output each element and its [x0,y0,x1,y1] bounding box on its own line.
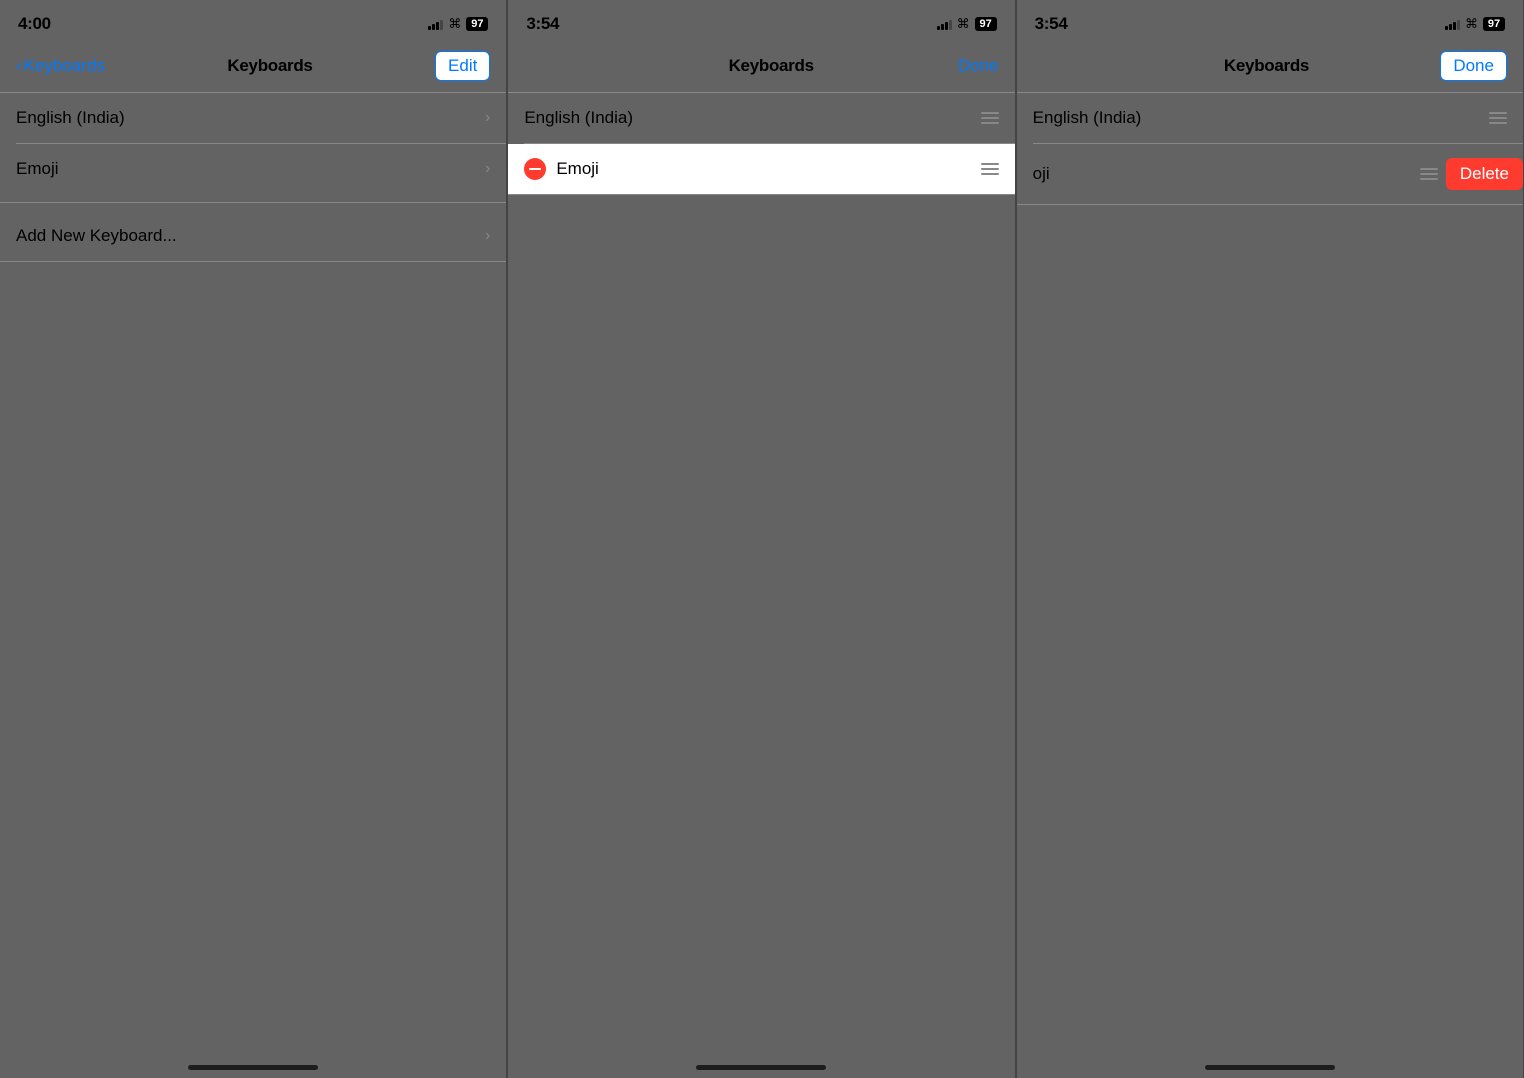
nav-bar-3: Keyboards Done [1017,44,1523,92]
emoji-row-right-3: Delete [1420,158,1523,190]
list-item-left-english-3: English (India) [1033,108,1142,128]
separator-3b [1017,204,1523,205]
signal-icon-1 [428,18,443,30]
nav-title-2: Keyboards [729,56,814,76]
home-indicator-3 [1205,1065,1335,1070]
add-keyboard-item-1[interactable]: Add New Keyboard... › [0,211,506,261]
status-bar-1: 4:00 ⌘ 97 [0,0,506,44]
list-item-left-english-2: English (India) [524,108,633,128]
drag-handle-emoji-2[interactable] [981,163,999,175]
nav-back-label-1: Keyboards [24,56,105,76]
battery-icon-3: 97 [1483,17,1505,31]
list-item-text-emoji-2: Emoji [556,159,599,179]
edit-button-1[interactable]: Edit [435,51,490,81]
separator-2b [508,194,1014,195]
nav-bar-2: Keyboards Done [508,44,1014,92]
add-keyboard-label-1: Add New Keyboard... [16,226,177,246]
nav-title-1: Keyboards [227,56,312,76]
home-indicator-2 [696,1065,826,1070]
status-icons-3: ⌘ 97 [1445,16,1505,32]
status-time-3: 3:54 [1035,14,1068,34]
list-section-2: English (India) Emoji [508,93,1014,194]
status-bar-2: 3:54 ⌘ 97 [508,0,1014,44]
separator-1b [0,202,506,203]
home-indicator-1 [188,1065,318,1070]
panel-3: 3:54 ⌘ 97 Keyboards Done English (India) [1017,0,1524,1078]
status-time-1: 4:00 [18,14,51,34]
list-item-text-english-3: English (India) [1033,108,1142,128]
panel-2: 3:54 ⌘ 97 Keyboards Done English (India) [508,0,1015,1078]
back-chevron-icon-1: ‹ [16,56,22,76]
list-item-emoji-1[interactable]: Emoji › [0,144,506,194]
list-item-left-emoji-2: Emoji [524,158,599,180]
drag-handle-english-2[interactable] [981,112,999,124]
battery-icon-2: 97 [975,17,997,31]
minus-button-emoji-2[interactable] [524,158,546,180]
chevron-icon-emoji-1: › [485,160,490,178]
status-time-2: 3:54 [526,14,559,34]
list-item-english-3[interactable]: English (India) [1017,93,1523,143]
separator-1c [0,261,506,262]
nav-title-3: Keyboards [1224,56,1309,76]
drag-handle-emoji-3[interactable] [1420,168,1438,180]
wifi-icon-2: ⌘ [957,16,970,32]
add-keyboard-section-1: Add New Keyboard... › [0,211,506,261]
list-item-emoji-3[interactable]: oji Delete [1017,144,1523,204]
wifi-icon-3: ⌘ [1465,16,1478,32]
wifi-icon-1: ⌘ [448,16,461,32]
list-item-english-2[interactable]: English (India) [508,93,1014,143]
list-item-text-emoji-1: Emoji [16,159,59,179]
chevron-icon-add-1: › [485,227,490,245]
list-section-1: English (India) › Emoji › [0,93,506,194]
list-item-text-emoji-3: oji [1033,164,1050,184]
status-icons-2: ⌘ 97 [937,16,997,32]
status-icons-1: ⌘ 97 [428,16,488,32]
done-button-3[interactable]: Done [1440,51,1507,81]
list-item-english-1[interactable]: English (India) › [0,93,506,143]
nav-bar-1: ‹ Keyboards Keyboards Edit [0,44,506,92]
drag-handle-english-3[interactable] [1489,112,1507,124]
signal-icon-2 [937,18,952,30]
nav-back-button-1[interactable]: ‹ Keyboards [16,56,105,76]
list-item-text-english-1: English (India) [16,108,125,128]
done-button-2[interactable]: Done [958,56,999,76]
list-item-emoji-2[interactable]: Emoji [508,144,1014,194]
delete-button-3[interactable]: Delete [1446,158,1523,190]
signal-icon-3 [1445,18,1460,30]
battery-icon-1: 97 [466,17,488,31]
chevron-icon-english-1: › [485,109,490,127]
list-section-3: English (India) oji Delete [1017,93,1523,204]
panel-1: 4:00 ⌘ 97 ‹ Keyboards Keyboards Edit Eng… [0,0,507,1078]
list-item-text-english-2: English (India) [524,108,633,128]
list-item-left-emoji-3: oji [1033,164,1420,184]
status-bar-3: 3:54 ⌘ 97 [1017,0,1523,44]
